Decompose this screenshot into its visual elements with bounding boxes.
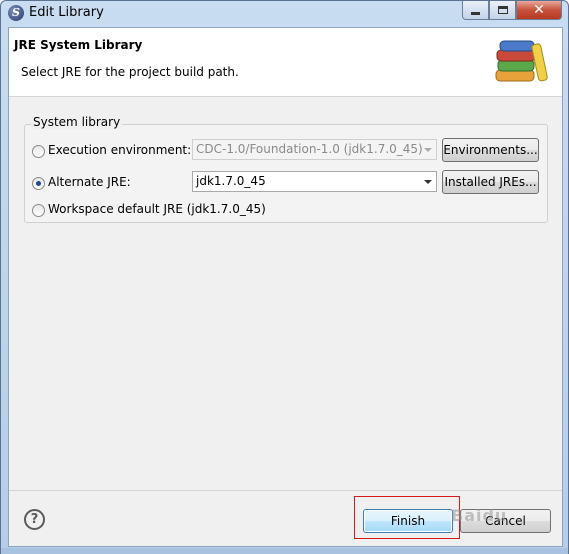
environments-button[interactable]: Environments... (442, 138, 539, 162)
alternate-jre-label: Alternate JRE: (48, 175, 131, 189)
title-bar[interactable]: S Edit Library ✕ (1, 1, 568, 26)
execution-environment-combo-value: CDC-1.0/Foundation-1.0 (jdk1.7.0_45) (196, 142, 423, 156)
alternate-jre-combo[interactable]: jdk1.7.0_45 (192, 171, 437, 192)
execution-environment-label: Execution environment: (48, 143, 192, 157)
execution-environment-radio[interactable] (32, 145, 45, 158)
header-description: Select JRE for the project build path. (21, 65, 239, 79)
installed-jres-button[interactable]: Installed JREs... (442, 170, 539, 194)
edit-library-dialog: S Edit Library ✕ JRE System Library Sele… (0, 0, 569, 554)
alternate-jre-radio[interactable] (32, 177, 45, 190)
baidu-watermark: Baidu (451, 506, 508, 525)
minimize-button[interactable] (462, 1, 489, 20)
chevron-down-icon (422, 143, 434, 156)
window-bottom-border (1, 548, 568, 554)
dialog-client-area: JRE System Library Select JRE for the pr… (8, 27, 563, 547)
help-button[interactable]: ? (24, 509, 45, 530)
annotation-highlight-box (354, 496, 460, 539)
close-icon: ✕ (533, 2, 545, 18)
library-books-icon (495, 40, 548, 82)
footer-divider (9, 490, 562, 491)
alternate-jre-combo-value: jdk1.7.0_45 (196, 174, 266, 188)
workspace-default-jre-label: Workspace default JRE (jdk1.7.0_45) (48, 202, 266, 216)
execution-environment-combo: CDC-1.0/Foundation-1.0 (jdk1.7.0_45) (192, 139, 437, 160)
minimize-icon (471, 11, 480, 15)
maximize-icon (497, 6, 508, 14)
eclipse-icon: S (8, 5, 24, 21)
group-label: System library (31, 115, 123, 129)
dialog-header: JRE System Library Select JRE for the pr… (9, 28, 562, 97)
window-title: Edit Library (29, 5, 104, 20)
chevron-down-icon[interactable] (422, 175, 434, 188)
workspace-default-jre-radio[interactable] (32, 204, 45, 217)
header-title: JRE System Library (14, 38, 143, 52)
close-button[interactable]: ✕ (516, 1, 562, 20)
maximize-button[interactable] (489, 1, 516, 20)
